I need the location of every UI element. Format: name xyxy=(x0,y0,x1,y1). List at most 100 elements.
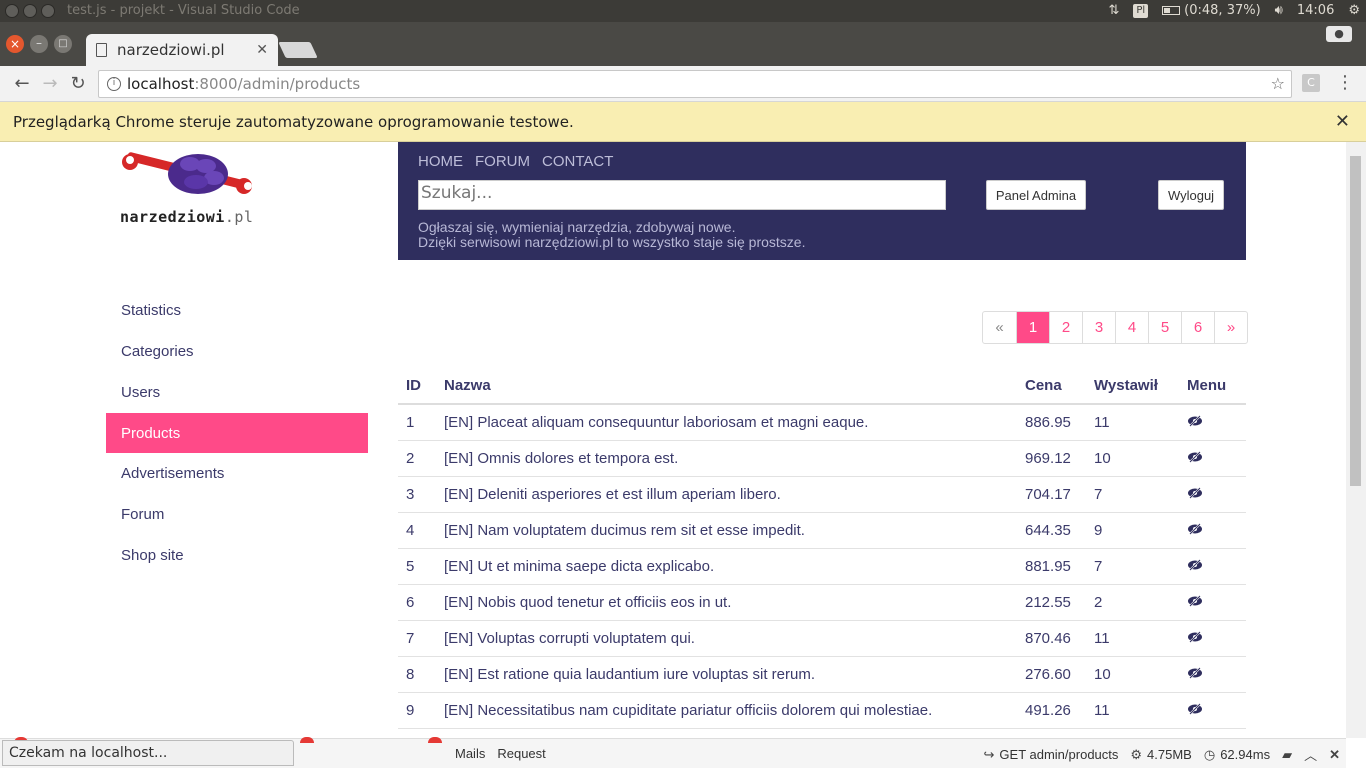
page-icon xyxy=(96,43,107,57)
debugbar-time[interactable]: ◷ 62.94ms xyxy=(1204,747,1270,763)
site-logo[interactable]: narzedziowi.pl xyxy=(120,150,260,228)
forward-icon[interactable]: → xyxy=(38,72,62,96)
page-scrollbar[interactable] xyxy=(1346,142,1366,738)
pagination-prev[interactable]: « xyxy=(983,312,1016,343)
folder-open-icon[interactable]: ▰ xyxy=(1282,747,1292,763)
sidebar-item-shop-site[interactable]: Shop site xyxy=(106,535,368,576)
cell-id: 1 xyxy=(398,404,436,441)
extension-icon[interactable]: C xyxy=(1302,74,1320,92)
eye-slash-icon[interactable] xyxy=(1187,702,1203,715)
cell-id: 8 xyxy=(398,656,436,693)
eye-slash-icon[interactable] xyxy=(1187,594,1203,607)
info-icon[interactable]: i xyxy=(107,77,121,91)
eye-slash-icon[interactable] xyxy=(1187,450,1203,463)
tagline: Ogłaszaj się, wymieniaj narzędzia, zdoby… xyxy=(418,220,805,250)
pagination-page-4[interactable]: 4 xyxy=(1115,312,1148,343)
system-tray: ⇅ Pl (0:48, 37%) 🔊︎ 14:06 ⚙ xyxy=(1108,3,1360,18)
debugbar-tabs: Mails Request xyxy=(455,746,546,761)
os-minimize-icon[interactable] xyxy=(23,4,37,18)
network-icon[interactable]: ⇅ xyxy=(1108,3,1119,18)
sidebar-item-categories[interactable]: Categories xyxy=(106,331,368,372)
volume-icon[interactable]: 🔊︎ xyxy=(1275,3,1283,18)
logo-name: narzedziowi xyxy=(120,208,225,226)
cell-price: 212.55 xyxy=(1017,584,1086,621)
infobar-close-icon[interactable]: ✕ xyxy=(1335,111,1350,132)
debugbar-badge-icon xyxy=(428,737,442,743)
cell-name: [EN] Deleniti asperiores et est illum ap… xyxy=(436,476,1017,513)
eye-slash-icon[interactable] xyxy=(1187,666,1203,679)
battery-indicator[interactable]: (0:48, 37%) xyxy=(1162,3,1261,18)
tab-title: narzedziowi.pl xyxy=(117,41,225,59)
cell-price: 276.60 xyxy=(1017,656,1086,693)
time-text: 62.94ms xyxy=(1220,747,1271,762)
reload-icon[interactable]: ↻ xyxy=(66,72,90,96)
scrollbar-thumb[interactable] xyxy=(1350,156,1361,486)
browser-status-bubble: Czekam na localhost... xyxy=(2,740,294,766)
nav-contact[interactable]: CONTACT xyxy=(542,153,613,170)
nav-forum[interactable]: FORUM xyxy=(475,153,530,170)
admin-panel-button[interactable]: Panel Admina xyxy=(986,180,1086,210)
pagination-next[interactable]: » xyxy=(1214,312,1247,343)
sidebar-item-products[interactable]: Products xyxy=(106,413,368,453)
browser-tab[interactable]: narzedziowi.pl ✕ xyxy=(86,34,278,66)
pagination-page-3[interactable]: 3 xyxy=(1082,312,1115,343)
table-row: 9 [EN] Necessitatibus nam cupiditate pari… xyxy=(398,692,1246,729)
window-close-button[interactable]: × xyxy=(6,35,24,53)
new-tab-button[interactable] xyxy=(278,42,318,58)
back-icon[interactable]: ← xyxy=(10,72,34,96)
debug-bar: Mails Request ↪ GET admin/products ⚙ 4.75M… xyxy=(0,737,1346,768)
debugbar-route[interactable]: ↪ GET admin/products xyxy=(984,747,1119,763)
pagination-page-2[interactable]: 2 xyxy=(1049,312,1082,343)
cell-by: 11 xyxy=(1086,404,1179,441)
pagination-page-5[interactable]: 5 xyxy=(1148,312,1181,343)
cell-price: 886.95 xyxy=(1017,404,1086,441)
settings-gear-icon[interactable]: ⚙ xyxy=(1348,3,1360,18)
window-maximize-button[interactable]: □ xyxy=(54,35,72,53)
debugbar-memory[interactable]: ⚙ 4.75MB xyxy=(1130,747,1191,763)
eye-slash-icon[interactable] xyxy=(1187,522,1203,535)
cell-price: 704.17 xyxy=(1017,476,1086,513)
pagination-page-6[interactable]: 6 xyxy=(1181,312,1214,343)
browser-toolbar: ← → ↻ i localhost :8000/admin/products ☆… xyxy=(0,66,1366,102)
cell-id: 9 xyxy=(398,692,436,729)
header-menu: Menu xyxy=(1179,368,1246,405)
eye-slash-icon[interactable] xyxy=(1187,415,1203,427)
cell-name: [EN] Ut et minima saepe dicta explicabo. xyxy=(436,548,1017,585)
cell-menu xyxy=(1179,476,1246,513)
debugbar-tab-mails[interactable]: Mails xyxy=(455,746,485,761)
tagline-line-2: Dzięki serwisowi narzędziowi.pl to wszys… xyxy=(418,234,806,250)
sidebar-item-users[interactable]: Users xyxy=(106,372,368,413)
bookmark-star-icon[interactable]: ☆ xyxy=(1271,74,1285,93)
search-input[interactable]: Szukaj... xyxy=(418,180,946,210)
eye-slash-icon[interactable] xyxy=(1187,486,1203,499)
eye-slash-icon[interactable] xyxy=(1187,558,1203,571)
sidebar-item-statistics[interactable]: Statistics xyxy=(106,290,368,331)
clock[interactable]: 14:06 xyxy=(1297,3,1334,18)
chevron-up-icon[interactable]: ︿ xyxy=(1304,745,1317,764)
close-icon[interactable]: ✕ xyxy=(1329,747,1340,763)
address-bar[interactable]: i localhost :8000/admin/products ☆ xyxy=(98,70,1292,98)
window-minimize-button[interactable]: – xyxy=(30,35,48,53)
admin-sidebar: Statistics Categories Users Products Adv… xyxy=(106,290,368,576)
eye-slash-icon[interactable] xyxy=(1187,630,1203,643)
tagline-line-1: Ogłaszaj się, wymieniaj narzędzia, zdoby… xyxy=(418,219,736,235)
cell-id: 2 xyxy=(398,440,436,477)
browser-tabstrip: × – □ narzedziowi.pl ✕ ● xyxy=(0,22,1366,66)
nav-home[interactable]: HOME xyxy=(418,153,463,170)
sidebar-item-advertisements[interactable]: Advertisements xyxy=(106,453,368,494)
share-icon: ↪ xyxy=(983,746,995,762)
pagination-page-1[interactable]: 1 xyxy=(1016,312,1049,343)
infobar-text: Przeglądarką Chrome steruje zautomatyzow… xyxy=(13,112,574,131)
browser-menu-icon[interactable]: ⋮ xyxy=(1336,72,1354,93)
table-row: 8 [EN] Est ratione quia laudantium iure v… xyxy=(398,656,1246,693)
keyboard-layout[interactable]: Pl xyxy=(1133,3,1149,18)
os-maximize-icon[interactable] xyxy=(41,4,55,18)
cell-price: 881.95 xyxy=(1017,548,1086,585)
sidebar-item-forum[interactable]: Forum xyxy=(106,494,368,535)
debugbar-tab-request[interactable]: Request xyxy=(497,746,545,761)
os-close-icon[interactable] xyxy=(5,4,19,18)
os-window-title: test.js - projekt - Visual Studio Code xyxy=(67,3,300,18)
tab-close-icon[interactable]: ✕ xyxy=(256,42,268,58)
logout-button[interactable]: Wyloguj xyxy=(1158,180,1224,210)
profile-icon[interactable]: ● xyxy=(1326,26,1352,42)
